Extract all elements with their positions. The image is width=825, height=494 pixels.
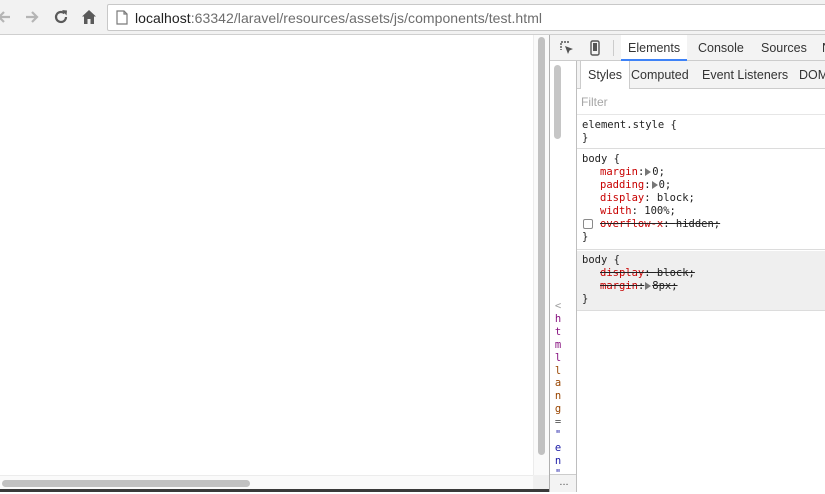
body-style-rule: body { margin: 0; padding: 0; display: blo…: [577, 150, 825, 250]
tab-dom-breakpoints[interactable]: DOM: [799, 61, 825, 88]
expand-triangle-icon[interactable]: [645, 282, 652, 290]
devtools-tab-bar: Elements Console Sources N: [550, 35, 825, 61]
property-value[interactable]: block;: [657, 192, 695, 204]
user-agent-body-rule: body { display: block; margin: 8px; }: [577, 251, 825, 311]
dom-char: ": [554, 429, 562, 442]
dom-char: a: [554, 377, 562, 390]
mobile-device-icon: [590, 40, 600, 56]
back-button[interactable]: [0, 7, 14, 27]
css-property-padding[interactable]: padding: 0;: [577, 179, 825, 192]
property-name[interactable]: display: [600, 267, 644, 279]
forward-arrow-icon: [26, 11, 39, 23]
property-value[interactable]: hidden;: [676, 218, 720, 230]
browser-toolbar: localhost:63342/laravel/resources/assets…: [0, 0, 825, 35]
home-icon: [82, 10, 96, 24]
address-bar[interactable]: localhost:63342/laravel/resources/assets…: [107, 4, 825, 31]
dom-char: =: [554, 416, 562, 429]
property-name[interactable]: overflow-x: [600, 218, 663, 230]
css-property-overflow-x-disabled[interactable]: overflow-x: hidden;: [577, 218, 825, 231]
rule-selector[interactable]: element.style {: [577, 119, 825, 132]
styles-filter-input[interactable]: [581, 93, 821, 111]
property-value[interactable]: 0;: [652, 166, 665, 178]
property-name[interactable]: display: [600, 192, 644, 204]
expand-triangle-icon[interactable]: [651, 181, 658, 189]
rule-close-brace: }: [582, 132, 589, 144]
property-value[interactable]: 100%;: [644, 205, 676, 217]
dom-tree-html-tag[interactable]: < h t m l l a n g = " e n " >: [553, 300, 563, 494]
expand-triangle-icon[interactable]: [645, 168, 652, 176]
devtools-panel: Elements Console Sources N < h t m l l a…: [549, 35, 825, 494]
property-value[interactable]: block;: [657, 267, 695, 279]
inspect-element-button[interactable]: [559, 40, 575, 56]
horizontal-scroll-thumb[interactable]: [2, 480, 250, 487]
forward-button[interactable]: [22, 7, 42, 27]
tab-sources[interactable]: Sources: [761, 35, 807, 60]
dom-char: t: [554, 325, 562, 338]
css-property-margin-overridden[interactable]: margin: 8px;: [577, 280, 825, 293]
css-property-margin[interactable]: margin: 0;: [577, 166, 825, 179]
property-name[interactable]: margin: [600, 280, 638, 292]
dom-char: g: [554, 403, 562, 416]
url-path: :63342/laravel/resources/assets/js/compo…: [190, 10, 543, 26]
rule-selector[interactable]: body {: [577, 153, 825, 166]
styles-empty-area: [577, 311, 825, 492]
dom-char: l: [554, 351, 562, 364]
styles-filter-row: [577, 89, 825, 115]
vertical-scroll-thumb[interactable]: [538, 37, 545, 455]
dom-char: <: [554, 300, 562, 312]
page-viewport: [0, 35, 549, 492]
tab-styles[interactable]: Styles: [580, 61, 631, 89]
breadcrumb-ellipsis[interactable]: ...: [550, 474, 578, 492]
dom-char: m: [554, 338, 562, 351]
property-value[interactable]: 0;: [659, 179, 672, 191]
css-property-display-overridden[interactable]: display: block;: [577, 267, 825, 280]
url-host: localhost: [135, 10, 191, 26]
page-icon: [116, 10, 128, 30]
dom-char: h: [554, 312, 562, 325]
dom-char: n: [554, 454, 562, 467]
inspect-cursor-icon: [560, 41, 573, 54]
css-property-display[interactable]: display: block;: [577, 192, 825, 205]
tab-elements[interactable]: Elements: [621, 35, 688, 61]
sidebar-tab-bar: Styles Computed Event Listeners DOM: [577, 61, 825, 89]
styles-sidebar: Styles Computed Event Listeners DOM elem…: [577, 61, 825, 492]
property-name[interactable]: margin: [600, 166, 638, 178]
dom-char: n: [554, 390, 562, 403]
property-value[interactable]: 8px;: [652, 280, 677, 292]
dom-char: e: [554, 441, 562, 454]
property-toggle-checkbox[interactable]: [583, 219, 593, 229]
rule-selector[interactable]: body {: [577, 254, 825, 267]
element-style-rule: element.style { }: [577, 116, 825, 149]
dom-tree-scroll-thumb[interactable]: [554, 65, 561, 139]
property-name[interactable]: padding: [600, 179, 644, 191]
tab-event-listeners[interactable]: Event Listeners: [702, 61, 788, 88]
home-button[interactable]: [79, 7, 99, 27]
vertical-scrollbar[interactable]: [533, 35, 549, 475]
tab-console[interactable]: Console: [698, 35, 744, 60]
device-mode-button[interactable]: [587, 40, 603, 56]
dom-tree-panel[interactable]: < h t m l l a n g = " e n " >: [550, 61, 565, 494]
rule-close-brace: }: [582, 293, 589, 305]
url-text[interactable]: localhost:63342/laravel/resources/assets…: [135, 10, 542, 26]
toolbar-separator: [613, 40, 614, 56]
reload-icon: [54, 10, 68, 24]
dom-char: l: [554, 364, 562, 377]
rule-close-brace: }: [582, 231, 589, 243]
reload-button[interactable]: [51, 7, 71, 27]
property-name[interactable]: width: [600, 205, 632, 217]
tab-computed[interactable]: Computed: [631, 61, 689, 88]
css-property-width[interactable]: width: 100%;: [577, 205, 825, 218]
back-arrow-icon: [0, 11, 10, 23]
